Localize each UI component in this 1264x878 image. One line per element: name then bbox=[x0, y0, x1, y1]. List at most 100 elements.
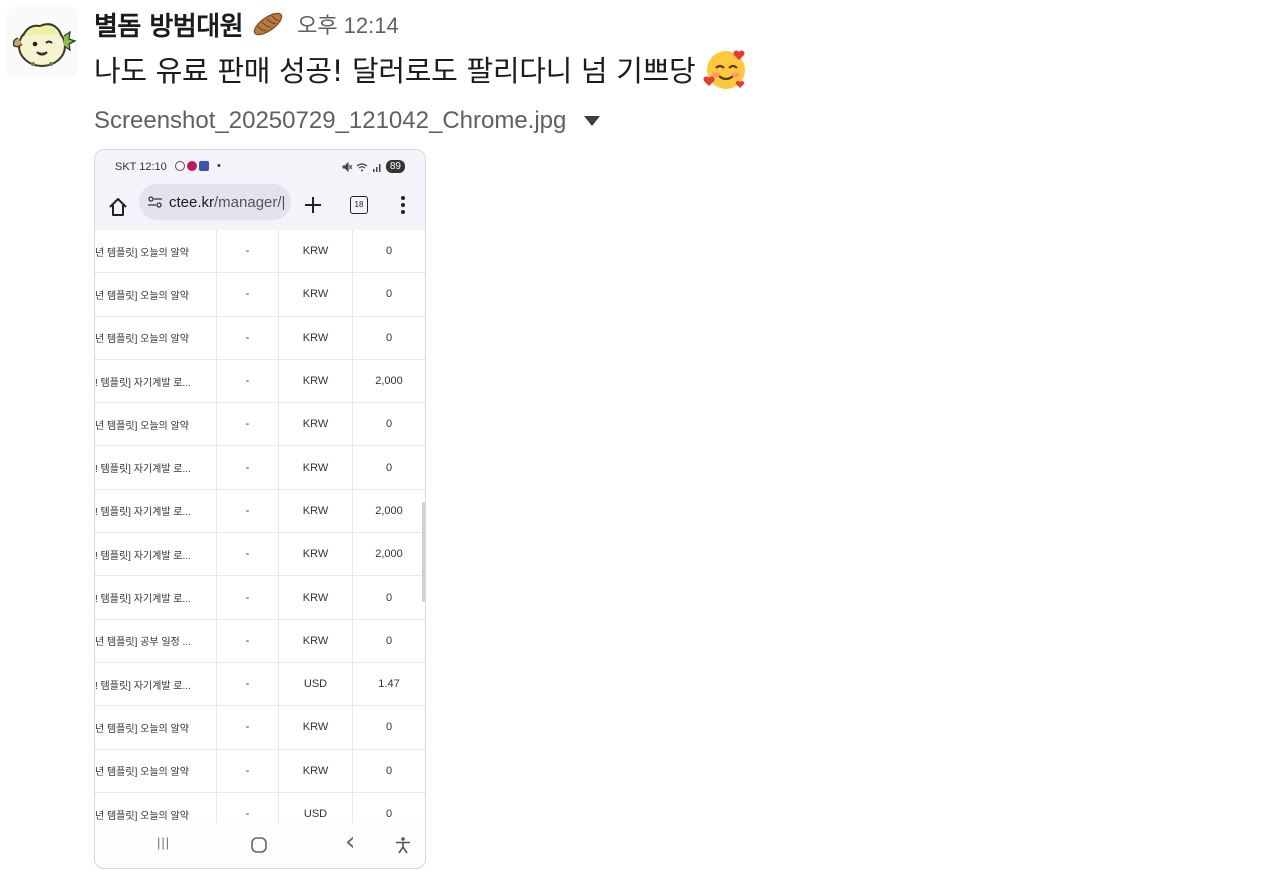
threads-icon bbox=[175, 161, 185, 171]
table-row[interactable]: 년 템플릿] 오늘의 알약 - KRW 0 bbox=[95, 706, 425, 750]
option-cell: - bbox=[217, 489, 279, 533]
status-right-icons: 89 bbox=[342, 160, 405, 173]
caret-down-icon[interactable] bbox=[582, 111, 602, 131]
option-cell: - bbox=[217, 273, 279, 316]
table-row[interactable]: ! 템플릿] 자기계발 로... - KRW 2,000 bbox=[95, 533, 425, 577]
amount-cell: 0 bbox=[385, 808, 393, 820]
currency-cell: KRW bbox=[279, 749, 353, 792]
message-header: 별돔 방범대원 오후 12:14 bbox=[94, 4, 399, 44]
home-icon[interactable] bbox=[107, 196, 129, 218]
amount-cell: 0 bbox=[385, 721, 393, 734]
smiling-face-with-hearts-icon bbox=[703, 46, 749, 92]
option-cell: - bbox=[217, 662, 279, 706]
table-row[interactable]: ! 템플릿] 자기계발 로... - KRW 0 bbox=[95, 576, 425, 620]
product-name-cell: ! 템플릿] 자기계발 로... bbox=[95, 359, 217, 403]
table-row[interactable]: 년 템플릿] 오늘의 알약 - KRW 0 bbox=[95, 749, 425, 793]
chat-message: 별돔 방범대원 오후 12:14 나도 유료 판매 성공! 달러로도 팔리다니 … bbox=[0, 0, 1264, 878]
accessibility-icon[interactable] bbox=[393, 835, 413, 855]
currency-cell: KRW bbox=[279, 273, 353, 316]
table-row[interactable]: ! 템플릿] 자기계발 로... - KRW 0 bbox=[95, 446, 425, 490]
table-row[interactable]: ! 템플릿] 자기계발 로... - KRW 2,000 bbox=[95, 359, 425, 404]
bread-emoji-icon bbox=[251, 7, 285, 41]
sender-name[interactable]: 별돔 방범대원 bbox=[94, 6, 244, 43]
product-name-cell: ! 템플릿] 자기계발 로... bbox=[95, 533, 217, 576]
product-name-cell: 년 템플릿] 오늘의 알약 bbox=[95, 230, 217, 273]
table-row[interactable]: 년 템플릿] 오늘의 알약 - KRW 0 bbox=[95, 316, 425, 360]
amount-cell: 0 bbox=[385, 591, 393, 604]
site-settings-icon[interactable] bbox=[147, 194, 163, 210]
currency-cell: KRW bbox=[279, 576, 353, 619]
recents-icon[interactable]: ||| bbox=[157, 835, 177, 855]
product-name-cell: 년 템플릿] 오늘의 알약 bbox=[95, 749, 217, 792]
amount-cell: 1.47 bbox=[378, 678, 400, 691]
android-nav-bar: ||| ‹ bbox=[95, 823, 425, 868]
wifi-icon bbox=[356, 162, 368, 171]
table-row[interactable]: ! 템플릿] 자기계발 로... - USD 1.47 bbox=[95, 662, 425, 707]
sales-table: 년 템플릿] 오늘의 알약 - KRW 0 년 템플릿] 오늘의 알약 - KRW 0 년 템플… bbox=[95, 230, 425, 823]
status-dot: • bbox=[217, 160, 221, 172]
product-name-cell: ! 템플릿] 자기계발 로... bbox=[95, 446, 217, 489]
status-carrier-time: SKT 12:10 bbox=[115, 161, 167, 173]
product-name-cell: 년 템플릿] 오늘의 알약 bbox=[95, 273, 217, 316]
home-nav-icon[interactable] bbox=[249, 835, 269, 855]
amount-cell: 0 bbox=[385, 331, 393, 344]
battery-level: 89 bbox=[385, 160, 405, 173]
user-avatar[interactable] bbox=[6, 6, 78, 78]
currency-cell: KRW bbox=[279, 359, 353, 403]
product-name-cell: 년 템플릿] 오늘의 알약 bbox=[95, 792, 217, 823]
message-timestamp[interactable]: 오후 12:14 bbox=[297, 8, 399, 40]
scrollbar-thumb[interactable] bbox=[422, 502, 425, 602]
option-cell: - bbox=[217, 359, 279, 403]
table-row[interactable]: 년 템플릿] 오늘의 알약 - KRW 0 bbox=[95, 273, 425, 317]
table-row[interactable]: 년 템플릿] 오늘의 알약 - KRW 0 bbox=[95, 403, 425, 447]
amount-cell: 2,000 bbox=[375, 504, 403, 517]
option-cell: - bbox=[217, 619, 279, 662]
product-name-cell: ! 템플릿] 자기계발 로... bbox=[95, 489, 217, 533]
amount-cell: 0 bbox=[385, 245, 393, 258]
option-cell: - bbox=[217, 446, 279, 489]
attachment-header: Screenshot_20250729_121042_Chrome.jpg bbox=[94, 102, 602, 140]
app-icon-red bbox=[187, 161, 197, 171]
amount-cell: 0 bbox=[385, 418, 393, 431]
option-cell: - bbox=[217, 706, 279, 749]
message-body: 나도 유료 판매 성공! 달러로도 팔리다니 넘 기쁘당 bbox=[94, 44, 749, 94]
product-name-cell: 년 템플릿] 오늘의 알약 bbox=[95, 706, 217, 749]
app-icon-blue bbox=[199, 161, 209, 171]
notification-icons: • bbox=[175, 160, 221, 172]
attachment-file-name[interactable]: Screenshot_20250729_121042_Chrome.jpg bbox=[94, 107, 566, 135]
new-tab-icon[interactable] bbox=[301, 193, 325, 217]
amount-cell: 0 bbox=[385, 764, 393, 777]
signal-icon bbox=[372, 163, 381, 172]
option-cell: - bbox=[217, 749, 279, 792]
attachment-image[interactable]: SKT 12:10 • 89 ctee.kr /manager/| 18 년 템… bbox=[94, 149, 426, 869]
table-row[interactable]: 년 템플릿] 오늘의 알약 - USD 0 bbox=[95, 792, 425, 823]
table-row[interactable]: 년 템플릿] 오늘의 알약 - KRW 0 bbox=[95, 230, 425, 274]
table-row[interactable]: ! 템플릿] 자기계발 로... - KRW 2,000 bbox=[95, 489, 425, 534]
tab-switcher-button[interactable]: 18 bbox=[350, 196, 368, 214]
more-menu-icon[interactable] bbox=[393, 194, 413, 216]
browser-toolbar: ctee.kr/manager/| 18 bbox=[95, 184, 425, 230]
currency-cell: KRW bbox=[279, 230, 353, 273]
option-cell: - bbox=[217, 792, 279, 823]
address-bar[interactable]: ctee.kr/manager/| bbox=[139, 184, 291, 220]
currency-cell: KRW bbox=[279, 533, 353, 576]
option-cell: - bbox=[217, 533, 279, 576]
product-name-cell: 년 템플릿] 오늘의 알약 bbox=[95, 316, 217, 359]
mute-icon bbox=[342, 161, 352, 172]
table-row[interactable]: 년 템플릿] 공부 일정 ... - KRW 0 bbox=[95, 619, 425, 663]
amount-cell: 0 bbox=[385, 634, 393, 647]
currency-cell: KRW bbox=[279, 619, 353, 662]
product-name-cell: ! 템플릿] 자기계발 로... bbox=[95, 662, 217, 706]
product-name-cell: 년 템플릿] 오늘의 알약 bbox=[95, 403, 217, 446]
currency-cell: USD bbox=[279, 792, 353, 823]
cartoon-character-icon bbox=[12, 23, 77, 67]
option-cell: - bbox=[217, 576, 279, 619]
option-cell: - bbox=[217, 403, 279, 446]
url-host: ctee.kr bbox=[169, 193, 215, 211]
currency-cell: KRW bbox=[279, 489, 353, 533]
back-icon[interactable]: ‹ bbox=[345, 829, 365, 855]
product-name-cell: 년 템플릿] 공부 일정 ... bbox=[95, 619, 217, 662]
currency-cell: KRW bbox=[279, 316, 353, 359]
product-name-cell: ! 템플릿] 자기계발 로... bbox=[95, 576, 217, 619]
option-cell: - bbox=[217, 316, 279, 359]
